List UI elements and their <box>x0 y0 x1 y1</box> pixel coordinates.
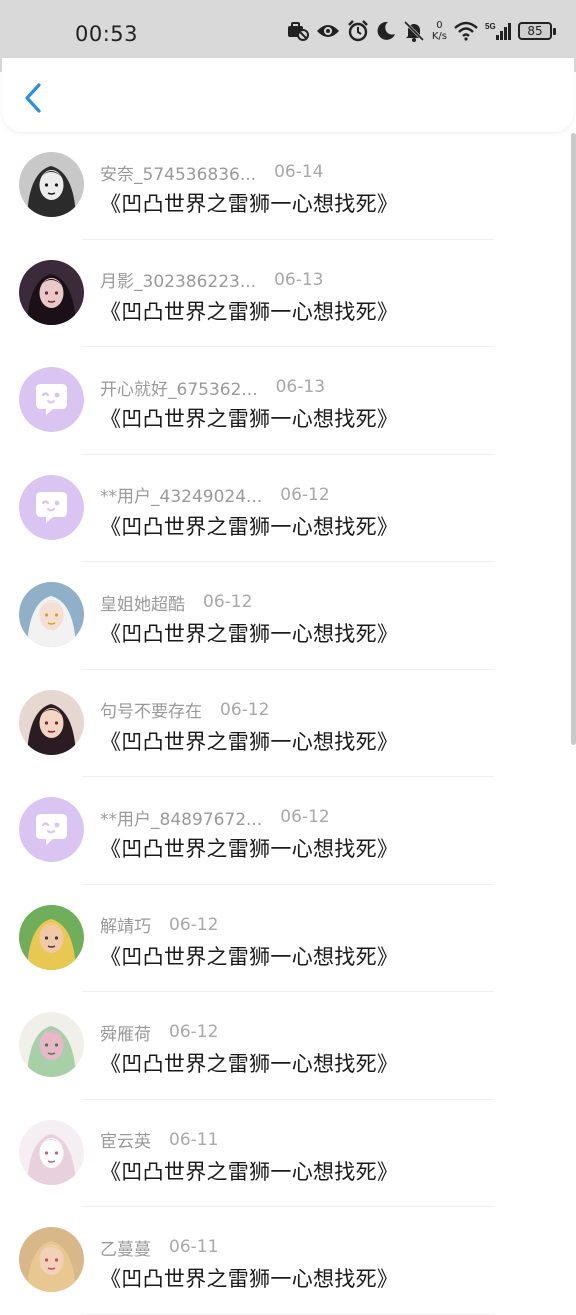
message-text: 《凹凸世界之雷狮一心想找死》 <box>100 622 399 646</box>
date-label: 06-12 <box>280 484 330 505</box>
item-meta: 解靖巧 06-12 <box>100 912 218 938</box>
chevron-left-icon <box>25 83 41 113</box>
date-label: 06-14 <box>274 162 324 182</box>
divider <box>82 1313 494 1315</box>
top-app-bar <box>2 58 574 132</box>
avatar[interactable] <box>19 1119 84 1185</box>
profile-photo <box>19 904 84 970</box>
message-text: 《凹凸世界之雷狮一心想找死》 <box>100 407 399 431</box>
item-meta: 开心就好_675362... 06-13 <box>100 374 325 400</box>
message-text: 《凹凸世界之雷狮一心想找死》 <box>100 299 399 324</box>
date-label: 06-12 <box>280 807 330 827</box>
work-badge-icon <box>287 21 309 41</box>
chat-bubble-icon <box>19 474 84 540</box>
username[interactable]: 开心就好_675362... <box>100 375 258 400</box>
date-label: 06-11 <box>169 1129 219 1150</box>
chat-bubble-icon <box>19 367 84 432</box>
reader-list: 安奈_574536836... 06-14 《凹凸世界之雷狮一心想找死》 月影_… <box>0 132 576 1315</box>
avatar[interactable] <box>19 1227 84 1292</box>
date-label: 06-11 <box>169 1237 219 1257</box>
message-text: 《凹凸世界之雷狮一心想找死》 <box>100 837 399 861</box>
battery-icon: 85 <box>518 22 556 40</box>
item-meta: 宦云英 06-11 <box>100 1127 218 1153</box>
list-item[interactable]: 皇姐她超酷 06-12 《凹凸世界之雷狮一心想找死》 <box>0 562 576 670</box>
netspeed-indicator: 0 K/s <box>431 20 447 42</box>
list-item[interactable]: 安奈_574536836... 06-14 《凹凸世界之雷狮一心想找死》 <box>0 132 576 240</box>
item-meta: 句号不要存在 06-12 <box>100 697 269 723</box>
profile-photo <box>19 152 84 217</box>
svg-text:5G: 5G <box>485 22 496 31</box>
signal-icon: 5G <box>485 21 511 41</box>
moon-icon <box>376 21 396 41</box>
item-meta: 乙蔓蔓 06-11 <box>100 1234 218 1260</box>
message-text: 《凹凸世界之雷狮一心想找死》 <box>100 1159 399 1184</box>
avatar[interactable] <box>19 474 84 540</box>
avatar[interactable] <box>19 367 84 432</box>
wifi-icon <box>454 21 478 41</box>
message-text: 《凹凸世界之雷狮一心想找死》 <box>100 514 399 539</box>
item-meta: 舜雁荷 06-12 <box>100 1019 218 1045</box>
list-item[interactable]: **用户_84897672... 06-12 《凹凸世界之雷狮一心想找死》 <box>0 777 576 885</box>
avatar[interactable] <box>19 904 84 970</box>
chat-bubble-icon <box>19 797 84 862</box>
avatar[interactable] <box>19 797 84 862</box>
list-item[interactable]: 宦云英 06-11 《凹凸世界之雷狮一心想找死》 <box>0 1100 576 1207</box>
list-item[interactable]: 舜雁荷 06-12 《凹凸世界之雷狮一心想找死》 <box>0 992 576 1100</box>
message-text: 《凹凸世界之雷狮一心想找死》 <box>100 192 399 216</box>
profile-photo <box>19 1119 84 1185</box>
message-text: 《凹凸世界之雷狮一心想找死》 <box>100 729 399 754</box>
status-time: 00:53 <box>75 22 139 46</box>
list-item[interactable]: **用户_43249024... 06-12 《凹凸世界之雷狮一心想找死》 <box>0 455 576 562</box>
profile-photo <box>19 1227 84 1292</box>
profile-photo <box>19 1012 84 1077</box>
item-meta: **用户_43249024... 06-12 <box>100 482 330 508</box>
back-button[interactable] <box>18 80 48 116</box>
date-label: 06-13 <box>275 377 326 397</box>
date-label: 06-12 <box>169 914 219 935</box>
item-meta: **用户_84897672... 06-12 <box>100 804 330 830</box>
date-label: 06-12 <box>220 699 270 720</box>
username[interactable]: 句号不要存在 <box>100 697 202 722</box>
item-meta: 安奈_574536836... 06-14 <box>100 159 323 185</box>
avatar[interactable] <box>19 582 84 647</box>
username[interactable]: 安奈_574536836... <box>100 160 256 185</box>
status-icons: 0 K/s 5G 85 <box>287 20 556 42</box>
message-text: 《凹凸世界之雷狮一心想找死》 <box>100 1267 399 1291</box>
username[interactable]: **用户_84897672... <box>100 805 262 830</box>
date-label: 06-13 <box>274 269 324 290</box>
username[interactable]: 皇姐她超酷 <box>100 590 185 615</box>
avatar[interactable] <box>19 689 84 755</box>
date-label: 06-12 <box>169 1022 219 1042</box>
item-meta: 皇姐她超酷 06-12 <box>100 589 252 615</box>
list-item[interactable]: 乙蔓蔓 06-11 《凹凸世界之雷狮一心想找死》 <box>0 1207 576 1315</box>
avatar[interactable] <box>19 1012 84 1077</box>
avatar[interactable] <box>19 259 84 325</box>
profile-photo <box>19 582 84 647</box>
item-meta: 月影_302386223... 06-13 <box>100 267 323 293</box>
avatar[interactable] <box>19 152 84 217</box>
list-item[interactable]: 开心就好_675362... 06-13 《凹凸世界之雷狮一心想找死》 <box>0 347 576 455</box>
profile-photo <box>19 689 84 755</box>
date-label: 06-12 <box>203 592 253 612</box>
bell-off-icon <box>403 20 425 42</box>
username[interactable]: 舜雁荷 <box>100 1020 151 1045</box>
profile-photo <box>19 259 84 325</box>
list-item[interactable]: 解靖巧 06-12 《凹凸世界之雷狮一心想找死》 <box>0 885 576 992</box>
username[interactable]: 解靖巧 <box>100 912 151 937</box>
username[interactable]: **用户_43249024... <box>100 482 262 507</box>
alarm-icon <box>347 20 369 42</box>
message-text: 《凹凸世界之雷狮一心想找死》 <box>100 944 399 969</box>
username[interactable]: 宦云英 <box>100 1127 151 1152</box>
username[interactable]: 月影_302386223... <box>100 267 256 292</box>
list-item[interactable]: 句号不要存在 06-12 《凹凸世界之雷狮一心想找死》 <box>0 670 576 777</box>
message-text: 《凹凸世界之雷狮一心想找死》 <box>100 1052 399 1076</box>
list-item[interactable]: 月影_302386223... 06-13 《凹凸世界之雷狮一心想找死》 <box>0 240 576 347</box>
username[interactable]: 乙蔓蔓 <box>100 1235 151 1260</box>
eye-icon <box>316 22 340 40</box>
